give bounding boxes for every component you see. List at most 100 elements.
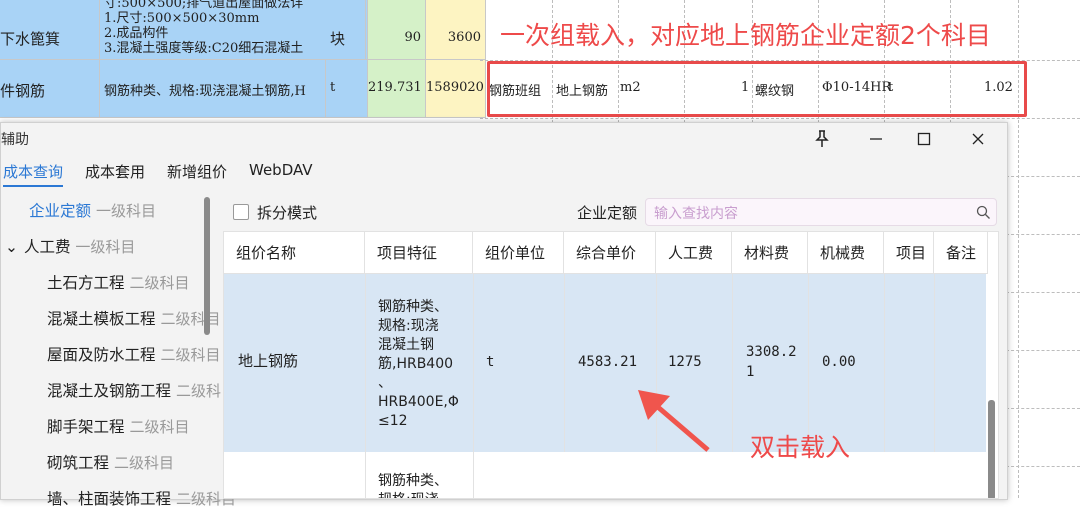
row-machine: 0.00	[822, 354, 856, 370]
tree-item[interactable]: 墙、柱面装饰工程 二级科目	[47, 487, 236, 509]
col-divider	[365, 452, 366, 498]
tree-item-label: 砌筑工程	[47, 454, 110, 472]
search-placeholder: 输入查找内容	[654, 206, 738, 222]
tree-item-level: 一级科目	[75, 238, 136, 256]
row2-feature-cell[interactable]: 钢筋种类、规格:现浇混凝土钢筋,H	[100, 60, 326, 118]
col-divider	[473, 274, 474, 452]
tree-item-label: 混凝土模板工程	[47, 310, 156, 328]
row-feature: 钢筋种类、 规格:现浇 混凝土钢 筋,HRB400 、 HRB400E,Φ ≤1…	[378, 298, 470, 431]
chevron-down-icon[interactable]: ⌄	[5, 238, 19, 256]
row-name: 地上钢筋	[238, 352, 299, 370]
tree-item-level: 二级科目	[129, 418, 190, 436]
pricing-table: 组价名称 项目特征 组价单位 综合单价 人工费 材料费 机械费 项目 备注 地上…	[223, 231, 999, 499]
tree-item-level: 二级科目	[129, 274, 190, 292]
tree-item[interactable]: 混凝土及钢筋工程 二级科目	[47, 379, 236, 401]
tree-item-label: 企业定额	[29, 202, 92, 220]
feature-line: 、	[378, 375, 392, 391]
row2-amount-cell[interactable]: 1589020	[426, 60, 486, 118]
col-header[interactable]: 材料费	[732, 232, 808, 274]
col-header[interactable]: 项目	[884, 232, 934, 274]
dialog-title: 辅助	[1, 132, 29, 148]
tree-item-level: 二级科目	[113, 454, 174, 472]
row2-qty-cell[interactable]: 219.731	[368, 60, 426, 118]
annotation-bottom: 双击载入	[750, 433, 851, 462]
row-price: 4583.21	[578, 354, 638, 370]
row1-qty-cell[interactable]: 90	[368, 0, 426, 60]
row1-name-cell[interactable]: 下水篦箕	[0, 0, 100, 60]
feature-line: 规格:现浇	[378, 318, 439, 334]
col-header[interactable]: 组价名称	[224, 232, 365, 274]
col-header[interactable]: 机械费	[808, 232, 884, 274]
tree-item[interactable]: 脚手架工程 二级科目	[47, 415, 189, 437]
tree-scrollbar[interactable]	[204, 197, 210, 335]
feature-line: 筋,HRB400	[378, 356, 454, 372]
col-divider	[808, 274, 809, 452]
row2-amount: 1589020	[426, 80, 484, 95]
tree-item[interactable]: 屋面及防水工程 二级科目	[47, 343, 220, 365]
col-header[interactable]: 备注	[934, 232, 988, 274]
minimize-icon[interactable]	[861, 127, 891, 151]
row2-qty: 219.731	[368, 80, 422, 95]
feature-line: 钢筋种类、	[378, 299, 448, 315]
row-feature: 钢筋种类、 规格:现浇	[378, 472, 448, 498]
row-material: 3308.2 1	[746, 342, 797, 382]
tree-item[interactable]: 砌筑工程 二级科目	[47, 451, 174, 473]
tab-cost-apply[interactable]: 成本套用	[85, 161, 145, 182]
close-icon[interactable]	[963, 127, 993, 151]
material-line: 1	[746, 364, 755, 380]
quota-label: 企业定额	[577, 204, 638, 222]
assist-dialog: 辅助 成本查询 成本套用 新增组价 WebDAV 企业定额 一级科目 ⌄ 人工费…	[0, 122, 1008, 508]
row2-name: 件钢筋	[0, 82, 46, 100]
row2-name-cell[interactable]: 件钢筋	[0, 60, 100, 118]
tab-cost-query[interactable]: 成本查询	[3, 161, 64, 187]
row-unit: t	[486, 354, 495, 370]
table-row-selected[interactable]: 地上钢筋 钢筋种类、 规格:现浇 混凝土钢 筋,HRB400 、 HRB400E…	[224, 274, 986, 452]
grid-line	[1006, 350, 1080, 351]
split-mode-checkbox[interactable]	[233, 204, 249, 220]
search-icon[interactable]	[976, 205, 991, 220]
grid-line	[1006, 292, 1080, 293]
tree-item[interactable]: 土石方工程 二级科目	[47, 271, 189, 293]
tab-new-pricing[interactable]: 新增组价	[167, 161, 227, 182]
tree-item-label: 屋面及防水工程	[47, 346, 156, 364]
table-row[interactable]: 钢筋种类、 规格:现浇	[224, 452, 986, 498]
tab-webdav[interactable]: WebDAV	[249, 161, 313, 179]
annotation-top: 一次组载入，对应地上钢筋企业定额2个科目	[500, 21, 991, 50]
material-line: 3308.2	[746, 344, 797, 360]
pin-icon[interactable]	[807, 127, 837, 151]
grid-line	[1006, 176, 1080, 177]
feature-line: HRB400E,Φ	[378, 394, 459, 410]
col-header[interactable]: 人工费	[656, 232, 732, 274]
col-divider	[473, 452, 474, 498]
row1-unit-cell[interactable]: 块	[326, 0, 366, 60]
row1-amount-cell[interactable]: 3600	[426, 0, 486, 60]
row1-qty: 90	[404, 30, 421, 45]
grid-line	[1006, 408, 1080, 409]
row1-name: 下水篦箕	[0, 30, 61, 48]
tree-item-label: 脚手架工程	[47, 418, 125, 436]
search-input[interactable]: 输入查找内容	[645, 198, 997, 226]
tree-item-label: 墙、柱面装饰工程	[47, 490, 172, 508]
subject-tree: 企业定额 一级科目 ⌄ 人工费 一级科目 土石方工程 二级科目 混凝土模板工程 …	[1, 189, 236, 508]
col-divider	[884, 274, 885, 452]
grid-line	[1006, 234, 1080, 235]
maximize-icon[interactable]	[909, 127, 939, 151]
feature-line: ≤12	[378, 413, 408, 429]
tree-item-level: 一级科目	[95, 202, 156, 220]
tree-item-enterprise-quota[interactable]: 企业定额 一级科目	[29, 199, 156, 221]
tree-item-labor[interactable]: ⌄ 人工费 一级科目	[5, 235, 135, 257]
tree-item-label: 人工费	[23, 238, 71, 256]
tree-item-level: 二级科目	[160, 310, 221, 328]
tree-item[interactable]: 混凝土模板工程 二级科目	[47, 307, 220, 329]
row2-unit-cell[interactable]: t	[326, 60, 368, 118]
col-divider	[564, 274, 565, 452]
col-header[interactable]: 组价单位	[473, 232, 564, 274]
col-header[interactable]: 综合单价	[564, 232, 656, 274]
row2-feature: 钢筋种类、规格:现浇混凝土钢筋,H	[104, 84, 306, 99]
tree-item-label: 土石方工程	[47, 274, 125, 292]
feature-line: 钢筋种类、	[378, 473, 448, 489]
table-scrollbar[interactable]	[988, 400, 995, 498]
grid-line	[1006, 466, 1080, 467]
row-labor: 1275	[668, 354, 702, 370]
col-header[interactable]: 项目特征	[365, 232, 473, 274]
